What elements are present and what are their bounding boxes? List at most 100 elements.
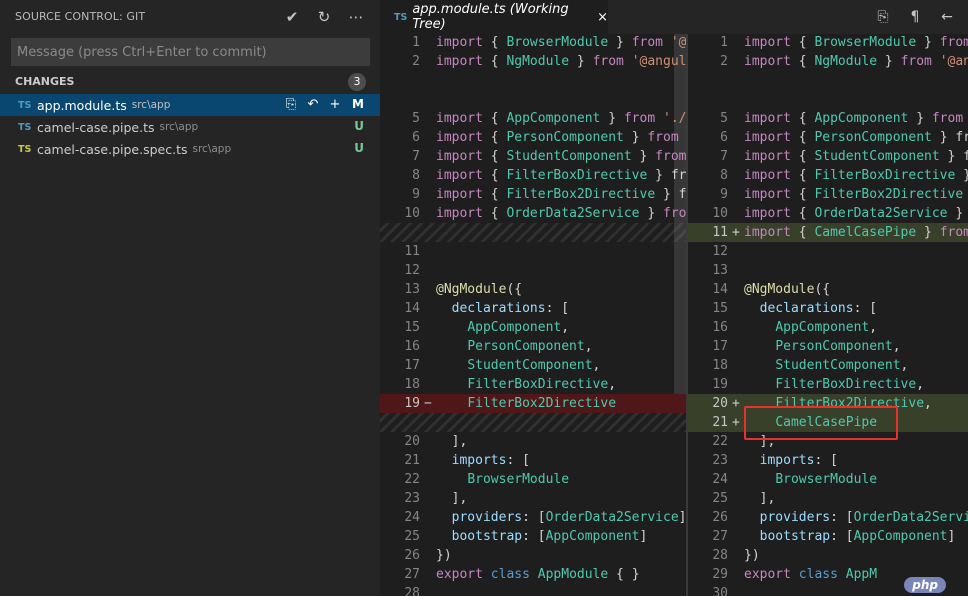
tab-app-module[interactable]: TS app.module.ts (Working Tree) × <box>380 0 608 34</box>
line-number: 20 <box>404 434 420 449</box>
code-line[interactable]: 1 import { BrowserModule } from <box>688 34 968 52</box>
code-text: }) <box>744 548 760 563</box>
file-item[interactable]: TS camel-case.pipe.ts src\app U <box>0 116 380 138</box>
code-line[interactable]: 2 import { NgModule } from '@angula <box>380 52 688 71</box>
code-text: import { NgModule } from '@angula <box>436 54 688 69</box>
line-number: 22 <box>404 472 420 487</box>
line-number: 16 <box>404 339 420 354</box>
file-actions: ⎘ ↶ + <box>284 96 342 114</box>
code-line[interactable] <box>688 90 968 109</box>
code-line[interactable]: 18 StudentComponent, <box>688 356 968 375</box>
code-text: AppComponent, <box>775 320 878 335</box>
code-line[interactable] <box>380 90 688 109</box>
line-number: 30 <box>712 586 728 596</box>
code-line[interactable]: 18 FilterBoxDirective, <box>380 375 688 394</box>
modified-pane[interactable]: 1 import { BrowserModule } from 2 import { … <box>688 34 968 596</box>
code-line[interactable]: 12 <box>688 242 968 261</box>
line-number: 11 <box>404 244 420 259</box>
line-number: 15 <box>404 320 420 335</box>
code-line[interactable]: 2 import { NgModule } from '@an <box>688 52 968 71</box>
code-line[interactable]: 25 bootstrap: [AppComponent] <box>380 527 688 546</box>
code-line[interactable]: 14 @NgModule({ <box>688 280 968 299</box>
discard-icon[interactable]: ↶ <box>306 96 320 114</box>
code-line[interactable]: 23 ], <box>380 489 688 508</box>
code-line[interactable]: 28 <box>380 584 688 596</box>
back-icon[interactable]: ← <box>938 7 956 27</box>
code-text: PersonComponent, <box>467 339 593 354</box>
code-line[interactable]: 19− FilterBox2Directive <box>380 394 688 413</box>
code-line[interactable]: 26}) <box>380 546 688 565</box>
code-line[interactable]: 15 AppComponent, <box>380 318 688 337</box>
code-line[interactable]: 9 import { FilterBox2Directive <box>688 185 968 204</box>
refresh-icon[interactable]: ↻ <box>314 7 334 27</box>
code-line[interactable] <box>688 71 968 90</box>
code-line[interactable]: 27 export class AppModule { } <box>380 565 688 584</box>
open-file-icon[interactable]: ⎘ <box>284 96 298 114</box>
commit-icon[interactable]: ✔ <box>282 7 302 27</box>
original-pane[interactable]: 1 import { BrowserModule } from '@a 2 impor… <box>380 34 688 596</box>
ts-file-icon: TS <box>18 143 32 155</box>
line-number: 28 <box>404 586 420 596</box>
code-text: ], <box>451 491 468 506</box>
code-line[interactable]: 28}) <box>688 546 968 565</box>
code-line[interactable]: 26 providers: [OrderData2Servi <box>688 508 968 527</box>
code-line[interactable]: 12 <box>380 261 688 280</box>
close-icon[interactable]: × <box>597 10 608 25</box>
code-line[interactable]: 7 import { StudentComponent } f <box>688 147 968 166</box>
code-line[interactable]: 19 FilterBoxDirective, <box>688 375 968 394</box>
code-line[interactable]: 27 bootstrap: [AppComponent] <box>688 527 968 546</box>
whitespace-icon[interactable]: ¶ <box>906 7 924 27</box>
code-line[interactable]: 21 imports: [ <box>380 451 688 470</box>
code-line[interactable]: 7 import { StudentComponent } from <box>380 147 688 166</box>
code-line[interactable]: 11 <box>380 242 688 261</box>
file-directory: src\app <box>192 143 232 155</box>
code-line[interactable]: 15 declarations: [ <box>688 299 968 318</box>
code-line[interactable]: 20 ], <box>380 432 688 451</box>
code-line[interactable]: 24 providers: [OrderData2Service], <box>380 508 688 527</box>
code-line[interactable]: 24 BrowserModule <box>688 470 968 489</box>
code-line[interactable]: 17 StudentComponent, <box>380 356 688 375</box>
code-line[interactable]: 11 + import { CamelCasePipe } from <box>688 223 968 242</box>
code-line[interactable]: 10 import { OrderData2Service } from <box>380 204 688 223</box>
code-text: import { PersonComponent } from ' <box>436 130 688 145</box>
code-text: declarations: [ <box>451 301 570 316</box>
code-line[interactable]: 10 import { OrderData2Service } <box>688 204 968 223</box>
code-line[interactable] <box>380 71 688 90</box>
code-line[interactable]: 8 import { FilterBoxDirective } <box>688 166 968 185</box>
code-line[interactable]: 5 import { AppComponent } from <box>688 109 968 128</box>
file-item[interactable]: TS app.module.ts src\app ⎘ ↶ + M <box>0 94 380 116</box>
line-number: 14 <box>404 301 420 316</box>
code-line[interactable]: 6 import { PersonComponent } from ' <box>380 128 688 147</box>
code-line[interactable]: 9 import { FilterBox2Directive } fr <box>380 185 688 204</box>
more-icon[interactable]: ⋯ <box>346 7 366 27</box>
code-line[interactable]: 5 import { AppComponent } from './a <box>380 109 688 128</box>
code-line[interactable]: 22 BrowserModule <box>380 470 688 489</box>
editor-actions: ⎘ ¶ ← <box>874 7 956 27</box>
code-line[interactable]: 17 PersonComponent, <box>688 337 968 356</box>
code-line[interactable] <box>380 223 688 242</box>
code-text: import { StudentComponent } from <box>436 149 687 164</box>
code-line[interactable]: 1 import { BrowserModule } from '@a <box>380 34 688 52</box>
code-line[interactable]: 25 ], <box>688 489 968 508</box>
code-line[interactable]: 13 <box>688 261 968 280</box>
code-line[interactable]: 8 import { FilterBoxDirective } fro <box>380 166 688 185</box>
code-line[interactable]: 23 imports: [ <box>688 451 968 470</box>
code-line[interactable]: 14 declarations: [ <box>380 299 688 318</box>
commit-message-input[interactable] <box>11 38 370 66</box>
code-text: import { FilterBoxDirective } <box>744 168 968 183</box>
code-line[interactable] <box>380 413 688 432</box>
open-file-icon[interactable]: ⎘ <box>874 7 892 27</box>
line-number: 20 <box>712 396 728 411</box>
code-line[interactable]: 16 PersonComponent, <box>380 337 688 356</box>
changes-section-header[interactable]: CHANGES 3 <box>0 72 380 92</box>
code-line[interactable]: 16 AppComponent, <box>688 318 968 337</box>
code-line[interactable]: 6 import { PersonComponent } fr <box>688 128 968 147</box>
stage-icon[interactable]: + <box>328 96 342 114</box>
code-text: BrowserModule <box>775 472 878 487</box>
code-text: ], <box>451 434 468 449</box>
code-line[interactable]: 13 @NgModule({ <box>380 280 688 299</box>
line-number: 27 <box>712 529 728 544</box>
file-item[interactable]: TS camel-case.pipe.spec.ts src\app U <box>0 138 380 160</box>
code-text: import { CamelCasePipe } from <box>744 225 968 240</box>
line-number: 7 <box>412 149 420 164</box>
